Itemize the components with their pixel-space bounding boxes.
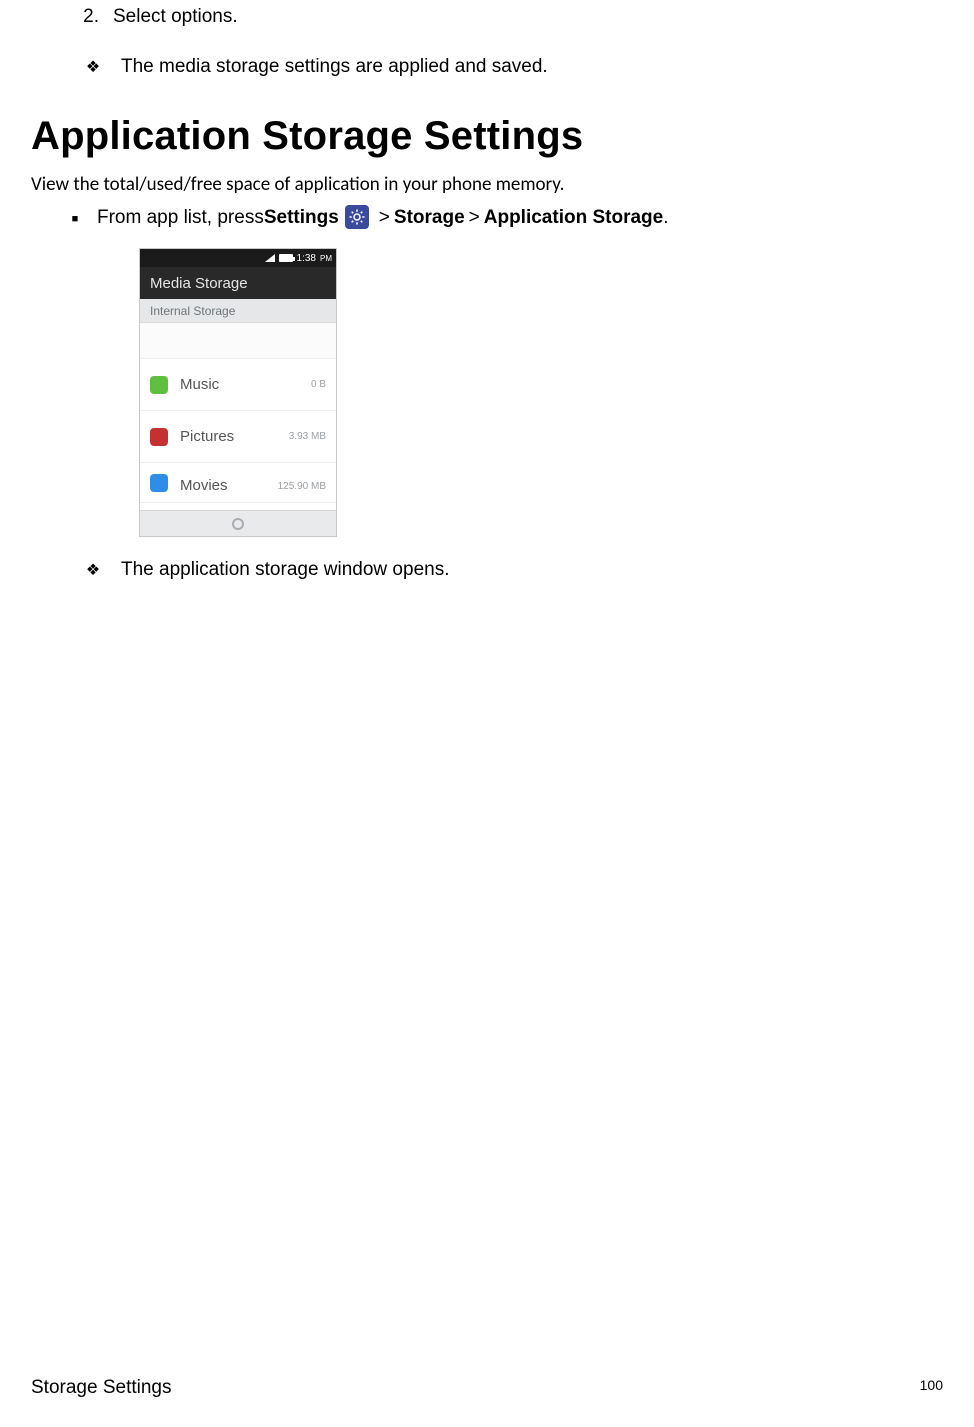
settings-icon — [345, 205, 369, 229]
swatch-movies-icon — [150, 474, 168, 492]
settings-label: Settings — [264, 207, 339, 229]
section-heading: Application Storage Settings — [31, 114, 943, 159]
nav-bar — [140, 510, 336, 536]
screen-subheader: Internal Storage — [140, 299, 336, 323]
step-number: 2. — [69, 6, 99, 28]
instruction-text: From app list, press Settings > Storage … — [97, 206, 669, 230]
footer-section: Storage Settings — [31, 1377, 171, 1399]
footer-page-number: 100 — [920, 1377, 943, 1399]
status-bar: 1:38 PM — [140, 249, 336, 267]
step-2-line: 2. Select options. — [69, 6, 943, 28]
status-time: 1:38 — [297, 253, 316, 264]
screen-title: Media Storage — [140, 267, 336, 299]
media-size-movies: 125.90 MB — [278, 481, 326, 492]
result-2-text: The application storage window opens. — [121, 559, 449, 581]
home-icon — [232, 518, 244, 530]
result-line-2: ❖ The application storage window opens. — [83, 559, 943, 581]
media-label-music: Music — [180, 376, 311, 393]
spacer-row — [140, 323, 336, 359]
intro-text: View the total/used/free space of applic… — [31, 173, 943, 196]
clover-bullet-icon-2: ❖ — [83, 560, 103, 580]
gt-1: > — [379, 207, 390, 229]
page-footer: Storage Settings 100 — [31, 1377, 943, 1399]
clover-bullet-icon: ❖ — [83, 57, 103, 77]
result-1-text: The media storage settings are applied a… — [121, 56, 548, 78]
media-label-movies: Movies — [180, 477, 278, 494]
media-size-music: 0 B — [311, 379, 326, 390]
media-row-pictures: Pictures 3.93 MB — [140, 411, 336, 463]
signal-icon — [265, 254, 275, 262]
application-storage-label: Application Storage — [484, 207, 663, 229]
result-line-1: ❖ The media storage settings are applied… — [83, 56, 943, 78]
swatch-music-icon — [150, 376, 168, 394]
instruction-line: ■ From app list, press Settings > Storag… — [69, 206, 943, 230]
status-ampm: PM — [320, 254, 332, 263]
storage-label: Storage — [394, 207, 465, 229]
media-row-music: Music 0 B — [140, 359, 336, 411]
gt-2: > — [469, 207, 480, 229]
battery-icon — [279, 254, 293, 262]
media-row-movies: Movies 125.90 MB — [140, 463, 336, 503]
swatch-pictures-icon — [150, 428, 168, 446]
step-text: Select options. — [113, 6, 238, 28]
phone-screenshot: 1:38 PM Media Storage Internal Storage M… — [139, 248, 337, 537]
square-bullet-icon: ■ — [69, 212, 81, 225]
period: . — [663, 207, 668, 229]
media-label-pictures: Pictures — [180, 428, 289, 445]
instruction-prefix: From app list, press — [97, 207, 264, 229]
media-size-pictures: 3.93 MB — [289, 431, 326, 442]
